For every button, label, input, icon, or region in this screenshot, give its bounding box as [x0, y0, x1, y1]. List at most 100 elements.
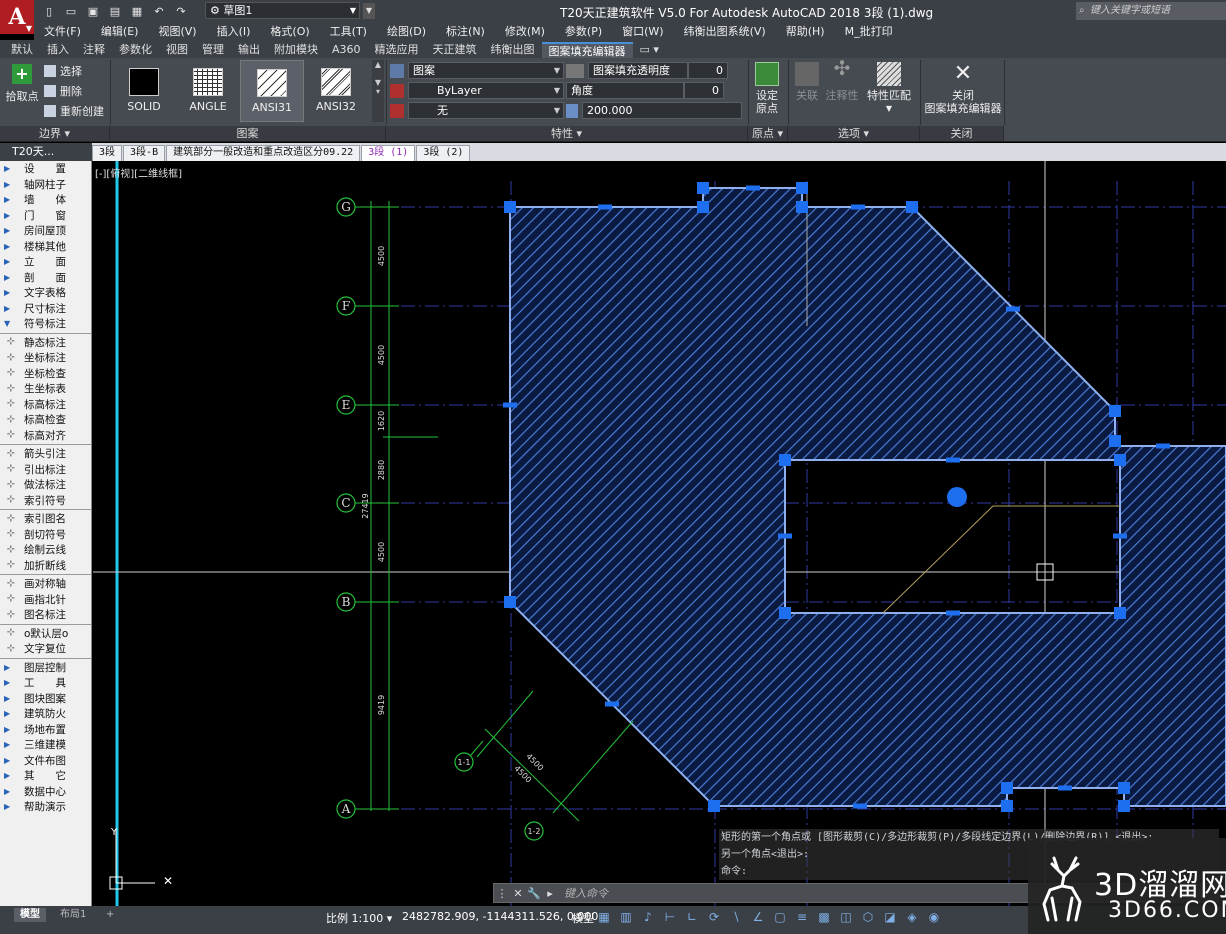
options-panel-title[interactable]: 选项 ▾	[788, 126, 920, 141]
t20-menu-item[interactable]: ▼ 符号标注	[0, 316, 91, 332]
cad-drawing[interactable]: GFECBA450045001620288045009419274191-11-…	[93, 161, 1226, 906]
t20-menu-item[interactable]: ⊹ 画对称轴	[0, 576, 91, 592]
t20-menu-item[interactable]: ⊹ 索引符号	[0, 493, 91, 509]
menu-file[interactable]: 文件(F)	[34, 23, 91, 39]
tab-view[interactable]: 视图	[159, 42, 195, 58]
pattern-ansi32[interactable]: ANSI32	[304, 60, 368, 122]
isodraft-icon[interactable]: ⟳	[706, 908, 722, 926]
tab-insert[interactable]: 插入	[40, 42, 76, 58]
isolate-icon[interactable]: ◉	[926, 908, 942, 926]
gallery-scrollbar[interactable]: ▲ ▼ ▾	[372, 60, 384, 122]
viewport-label[interactable]: [-][俯视][二维线框]	[95, 165, 182, 180]
tab-plot[interactable]: 纬衡出图	[484, 42, 542, 58]
wrench-icon[interactable]: 🔧	[526, 887, 542, 900]
t20-menu-item[interactable]: ⊹ 静态标注	[0, 335, 91, 351]
t20-menu-item[interactable]: ▶ 房间屋顶	[0, 223, 91, 239]
midpoint-grip[interactable]	[503, 402, 517, 408]
grip-handle[interactable]	[1109, 405, 1121, 417]
remove-button[interactable]: 删除	[44, 82, 82, 100]
tab-output[interactable]: 输出	[231, 42, 267, 58]
tab-featured-apps[interactable]: 精选应用	[368, 42, 426, 58]
grip-handle[interactable]	[906, 201, 918, 213]
menu-tools[interactable]: 工具(T)	[320, 23, 377, 39]
t20-menu-item[interactable]: ⊹ 文字复位	[0, 641, 91, 657]
t20-menu-item[interactable]: ▶ 图块图案	[0, 691, 91, 707]
grip-handle[interactable]	[1118, 800, 1130, 812]
add-layout-button[interactable]: +	[100, 908, 120, 922]
hatch-color-select[interactable]: ByLayer ▼	[408, 82, 564, 99]
properties-panel-title[interactable]: 特性 ▾	[386, 126, 748, 141]
associative-button[interactable]: 关联	[792, 62, 822, 102]
grip-handle[interactable]	[796, 182, 808, 194]
angle-input[interactable]: 0	[684, 82, 724, 99]
lineweight-icon[interactable]: ▢	[772, 908, 788, 926]
midpoint-grip[interactable]	[598, 204, 612, 210]
grip-handle[interactable]	[697, 182, 709, 194]
menu-insert[interactable]: 插入(I)	[207, 23, 261, 39]
grip-handle[interactable]	[697, 201, 709, 213]
pattern-solid[interactable]: SOLID	[112, 60, 176, 122]
dynamic-ucs-icon[interactable]: ⬡	[860, 908, 876, 926]
grid-icon[interactable]: ▦	[596, 908, 612, 926]
doc-tab-3duan-2[interactable]: 3段 (2)	[416, 145, 471, 161]
tab-default[interactable]: 默认	[4, 42, 40, 58]
t20-menu-item[interactable]: ▶ 楼梯其他	[0, 239, 91, 255]
workspace-select[interactable]: ⚙ 草图1 ▼	[205, 2, 360, 19]
layout-tab-model[interactable]: 模型	[14, 908, 46, 922]
midpoint-grip[interactable]	[1006, 306, 1020, 312]
drag-handle-icon[interactable]: ⋮	[494, 887, 510, 900]
polar-icon[interactable]: ∟	[684, 908, 700, 926]
layout-tab-layout1[interactable]: 布局1	[54, 908, 92, 922]
t20-menu-item[interactable]: ⊹ 剖切符号	[0, 527, 91, 543]
t20-menu-item[interactable]: ▶ 尺寸标注	[0, 301, 91, 317]
midpoint-grip[interactable]	[1156, 443, 1170, 449]
tab-parametric[interactable]: 参数化	[112, 42, 159, 58]
pattern-angle[interactable]: ANGLE	[176, 60, 240, 122]
origin-panel-title[interactable]: 原点 ▾	[748, 126, 788, 141]
snap-icon[interactable]: ▥	[618, 908, 634, 926]
grip-handle[interactable]	[1001, 800, 1013, 812]
t20-menu-item[interactable]: ▶ 文件布图	[0, 753, 91, 769]
t20-menu-item[interactable]: ⊹ 做法标注	[0, 477, 91, 493]
save-icon[interactable]: ▣	[84, 2, 102, 20]
print-icon[interactable]: ▦	[128, 2, 146, 20]
grip-handle[interactable]	[1118, 782, 1130, 794]
midpoint-grip[interactable]	[746, 185, 760, 191]
t20-menu-item[interactable]: ⊹ 生坐标表	[0, 381, 91, 397]
scale-input[interactable]: 200.000	[582, 102, 742, 119]
doc-tab-3duan-1[interactable]: 3段 (1)	[361, 145, 416, 161]
origin-grip[interactable]	[947, 487, 967, 507]
menu-parametric[interactable]: 参数(P)	[555, 23, 612, 39]
object-snap-icon[interactable]: ∠	[750, 908, 766, 926]
t20-menu-item[interactable]: ▶ 数据中心	[0, 784, 91, 800]
save-as-icon[interactable]: ▤	[106, 2, 124, 20]
command-input[interactable]: 键入命令	[564, 885, 608, 901]
3d-osnap-icon[interactable]: ◫	[838, 908, 854, 926]
grip-handle[interactable]	[708, 800, 720, 812]
tab-annotate[interactable]: 注释	[76, 42, 112, 58]
menu-batch-plot[interactable]: M_批打印	[835, 23, 903, 39]
grip-handle[interactable]	[1114, 607, 1126, 619]
t20-menu-item[interactable]: ▶ 轴网柱子	[0, 177, 91, 193]
doc-tab-3duan[interactable]: 3段	[92, 145, 123, 161]
transparency-icon[interactable]	[566, 63, 584, 78]
grip-handle[interactable]	[1001, 782, 1013, 794]
t20-menu-item[interactable]: ▶ 场地布置	[0, 722, 91, 738]
grip-handle[interactable]	[504, 596, 516, 608]
tab-manage[interactable]: 管理	[195, 42, 231, 58]
t20-menu-item[interactable]: ▶ 帮助演示	[0, 799, 91, 815]
hatch-fill[interactable]	[509, 187, 1226, 807]
t20-menu-item[interactable]: ⊹ 标高检查	[0, 412, 91, 428]
t20-menu-item[interactable]: ▶ 工 具	[0, 675, 91, 691]
transparency-icon[interactable]: ≡	[794, 908, 810, 926]
set-origin-button[interactable]: 设定 原点	[752, 62, 782, 115]
menu-help[interactable]: 帮助(H)	[776, 23, 835, 39]
t20-menu-item[interactable]: ⊹ o默认层o	[0, 626, 91, 642]
coordinates-readout[interactable]: 2482782.909, -1144311.526, 0.000	[402, 910, 598, 923]
redo-icon[interactable]: ↷	[172, 2, 190, 20]
doc-tab-renovation[interactable]: 建筑部分一般改造和重点改造区分09.22	[166, 145, 361, 161]
grip-handle[interactable]	[1109, 435, 1121, 447]
select-button[interactable]: 选择	[44, 62, 82, 80]
grip-handle[interactable]	[1114, 454, 1126, 466]
new-file-icon[interactable]: ▯	[40, 2, 58, 20]
